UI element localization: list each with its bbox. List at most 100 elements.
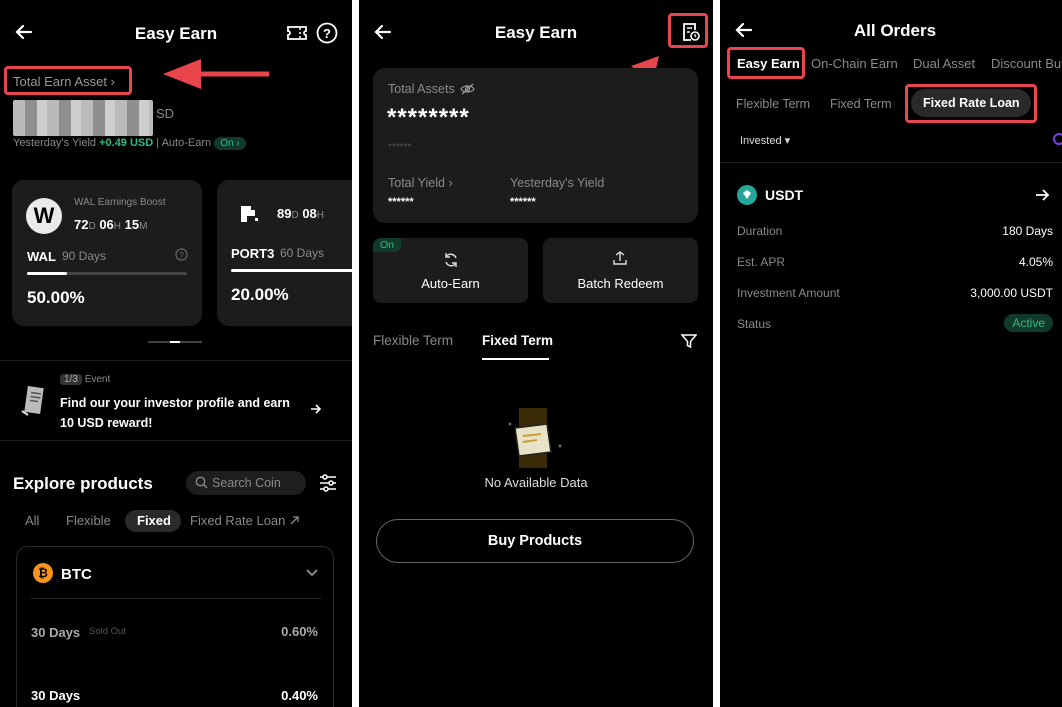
apr-value: 0.40% (281, 688, 318, 703)
btc-product-card[interactable]: ₿ BTC 30 Days Sold Out 0.60% 30 Days 0.4… (16, 546, 334, 707)
carousel-indicator (148, 341, 202, 343)
invested-filter[interactable]: Invested ▾ (740, 134, 790, 147)
svg-text:?: ? (179, 251, 184, 260)
total-assets-masked: ******** (387, 104, 470, 131)
batch-redeem-label: Batch Redeem (577, 276, 664, 291)
buy-products-button[interactable]: Buy Products (376, 519, 694, 563)
event-label: Event (84, 374, 111, 385)
event-header: 1/3 Event (60, 374, 110, 385)
event-page-badge: 1/3 (60, 374, 82, 385)
help-icon[interactable]: ? (316, 22, 338, 44)
auto-earn-label: Auto-Earn (161, 137, 212, 149)
highlight-box (4, 66, 132, 95)
promo-name: WAL Earnings Boost (74, 197, 166, 208)
status-badge: Active (1004, 314, 1053, 332)
search-placeholder: Search Coin (212, 476, 281, 490)
page-title: Easy Earn (494, 23, 578, 42)
info-icon[interactable]: ? (175, 248, 188, 261)
arrow-right-icon[interactable] (310, 403, 322, 415)
auto-earn-badge[interactable]: On › (214, 137, 246, 150)
red-arrow-annotation (163, 57, 271, 91)
highlight-box (668, 13, 708, 48)
tab-fixed-term[interactable]: Fixed Term (482, 333, 553, 348)
tab-discount-buy[interactable]: Discount Bu (991, 56, 1061, 71)
filter-fixed-rate-loan[interactable]: Fixed Rate Loan (190, 513, 300, 528)
total-assets-label: Total Assets (388, 82, 475, 96)
empty-state-text: No Available Data (484, 475, 588, 490)
btc-icon: ₿ (33, 563, 53, 583)
promo-apr: 50.00% (27, 288, 85, 307)
auto-earn-label: Auto-Earn (421, 276, 480, 291)
duration-label: Duration (737, 224, 783, 238)
batch-redeem-button[interactable]: Batch Redeem (543, 238, 698, 303)
filter-fixed-pill[interactable]: Fixed (125, 510, 181, 532)
divider (720, 162, 1062, 163)
apr-label: Est. APR (737, 255, 786, 269)
usdt-icon (737, 185, 757, 205)
search-input[interactable]: Search Coin (186, 471, 306, 495)
easy-earn-screen: Easy Earn ? Total Earn Asset › SD Yester… (0, 0, 352, 707)
total-yield-label[interactable]: Total Yield › (388, 176, 453, 190)
total-yield-masked: ****** (388, 196, 414, 208)
filter-flexible[interactable]: Flexible (66, 513, 111, 528)
divider (0, 360, 352, 361)
promo-apr: 20.00% (231, 285, 289, 304)
auto-earn-button[interactable]: On Auto-Earn (373, 238, 528, 303)
coupon-icon[interactable] (286, 23, 308, 43)
port3-logo-icon (239, 204, 261, 224)
svg-text:?: ? (323, 26, 331, 41)
filter-settings-icon[interactable] (318, 473, 338, 493)
tab-dual-asset[interactable]: Dual Asset (913, 56, 975, 71)
progress-track (27, 272, 187, 275)
yield-line: Yesterday's Yield +0.49 USD | Auto-Earn … (13, 137, 246, 150)
promo-coin: WAL (27, 249, 56, 264)
divider (0, 440, 352, 441)
apr-value: 0.60% (281, 624, 318, 639)
total-assets-card: Total Assets ******** ****** Total Yield… (373, 68, 698, 223)
promo-card-wal[interactable]: W WAL Earnings Boost 72D 06H 15M WAL 90 … (12, 180, 202, 326)
easy-earn-screen-2: Easy Earn Total Assets ******** ****** T… (359, 0, 713, 707)
share-arrow-icon (290, 516, 299, 525)
term-label: 30 Days (31, 688, 81, 703)
refresh-icon (443, 252, 459, 268)
promo-days: 90 Days (62, 249, 107, 263)
divider (31, 598, 321, 599)
yesterday-yield-masked: ****** (510, 196, 536, 208)
subtab-fixed-term[interactable]: Fixed Term (830, 97, 892, 111)
yield-label: Yesterday's Yield (13, 137, 97, 149)
filter-fixed: Fixed (137, 513, 171, 528)
tab-on-chain-earn[interactable]: On-Chain Earn (811, 56, 898, 71)
highlight-box (905, 84, 1037, 123)
hide-eye-icon (460, 83, 475, 95)
sold-out-tag: Sold Out (89, 626, 126, 637)
promo-days: 60 Days (280, 246, 325, 260)
progress-fill (27, 272, 67, 275)
highlight-box (727, 47, 805, 79)
promo-card-port3[interactable]: 89D 08H PORT3 60 Days 20.00% (217, 180, 352, 326)
term-label: 30 Days (31, 625, 81, 640)
yield-value: +0.49 USD (99, 137, 154, 149)
btc-coin: BTC (61, 566, 92, 583)
filter-funnel-icon[interactable] (681, 333, 697, 349)
on-badge: On (373, 238, 402, 252)
document-icon (20, 385, 48, 417)
status-label: Status (737, 317, 772, 331)
toggle-indicator[interactable] (1053, 133, 1062, 145)
yesterday-yield-label: Yesterday's Yield (510, 176, 605, 190)
subtab-flexible-term[interactable]: Flexible Term (736, 97, 810, 111)
filter-all[interactable]: All (25, 513, 39, 528)
progress-fill (231, 269, 352, 272)
apr-value: 4.05% (1018, 255, 1053, 269)
all-orders-screen: All Orders Easy Earn On-Chain Earn Dual … (720, 0, 1062, 707)
explore-title: Explore products (13, 474, 153, 493)
wal-logo-icon: W (26, 198, 62, 234)
event-text[interactable]: Find our your investor profile and earn … (60, 393, 290, 433)
tab-flexible-term[interactable]: Flexible Term (373, 333, 453, 348)
masked-sub: ****** (388, 142, 412, 153)
page-title: All Orders (853, 21, 937, 40)
duration-value: 180 Days (1002, 224, 1053, 238)
chevron-down-icon[interactable] (306, 569, 318, 577)
empty-state-icon (507, 408, 565, 468)
investment-amount-label: Investment Amount (737, 286, 840, 300)
arrow-right-icon[interactable] (1035, 188, 1050, 202)
